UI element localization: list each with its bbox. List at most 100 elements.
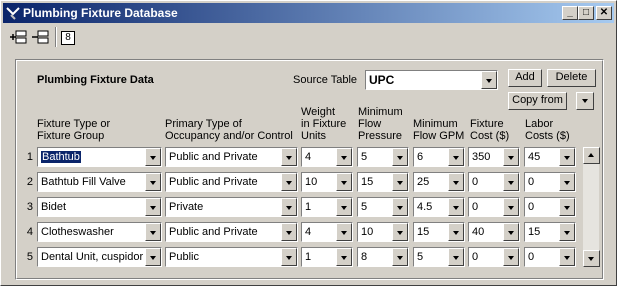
scroll-down-button[interactable] xyxy=(583,250,600,267)
copy-from-dropdown[interactable] xyxy=(576,92,594,110)
chevron-down-icon[interactable] xyxy=(503,173,519,191)
flow-gpm-select[interactable]: 5 xyxy=(413,247,465,267)
maximize-button[interactable]: □ xyxy=(578,6,594,20)
chevron-down-icon[interactable] xyxy=(281,198,297,216)
chevron-down-icon[interactable] xyxy=(503,248,519,266)
add-button[interactable]: Add xyxy=(508,69,542,87)
occupancy-select[interactable]: Public and Private xyxy=(165,172,298,192)
chevron-down-icon[interactable] xyxy=(336,223,352,241)
chevron-down-icon[interactable] xyxy=(392,148,408,166)
fixture-type-select[interactable]: Bathtub Fill Valve xyxy=(37,172,162,192)
source-table-label: Source Table xyxy=(293,74,358,86)
add-record-icon[interactable] xyxy=(9,27,29,47)
chevron-down-icon[interactable] xyxy=(559,198,575,216)
chevron-down-icon[interactable] xyxy=(559,248,575,266)
app-icon xyxy=(6,7,20,20)
labor-cost-select[interactable]: 15 xyxy=(524,222,576,242)
chevron-down-icon[interactable] xyxy=(281,173,297,191)
fixture-type-select[interactable]: Dental Unit, cuspidor xyxy=(37,247,162,267)
chevron-down-icon[interactable] xyxy=(145,198,161,216)
chevron-down-icon[interactable] xyxy=(503,198,519,216)
cell-value: 4 xyxy=(305,151,334,163)
chevron-down-icon[interactable] xyxy=(145,248,161,266)
chevron-down-icon[interactable] xyxy=(281,248,297,266)
chevron-down-icon[interactable] xyxy=(392,173,408,191)
pressure-select[interactable]: 5 xyxy=(357,147,409,167)
chevron-down-icon[interactable] xyxy=(448,148,464,166)
cell-value: 1 xyxy=(305,201,334,213)
cell-text: 45 xyxy=(528,151,541,163)
occupancy-select[interactable]: Public and Private xyxy=(165,222,298,242)
source-table-value: UPC xyxy=(369,73,395,87)
chevron-down-icon[interactable] xyxy=(448,173,464,191)
chevron-down-icon[interactable] xyxy=(145,223,161,241)
copy-from-button[interactable]: Copy from xyxy=(508,92,567,110)
flow-gpm-select[interactable]: 15 xyxy=(413,222,465,242)
title-bar[interactable]: Plumbing Fixture Database _ □ ✕ xyxy=(3,3,614,23)
fixture-cost-select[interactable]: 0 xyxy=(468,172,520,192)
panel-heading: Plumbing Fixture Data xyxy=(37,74,154,86)
weight-select[interactable]: 10 xyxy=(301,172,353,192)
chevron-down-icon[interactable] xyxy=(448,223,464,241)
vertical-scrollbar[interactable] xyxy=(582,147,600,267)
chevron-down-icon[interactable] xyxy=(559,173,575,191)
occupancy-select[interactable]: Private xyxy=(165,197,298,217)
cell-text: 15 xyxy=(528,226,541,238)
cell-text: 0 xyxy=(472,251,479,263)
chevron-down-icon[interactable] xyxy=(559,223,575,241)
weight-select[interactable]: 4 xyxy=(301,222,353,242)
cell-text: 5 xyxy=(361,151,368,163)
chevron-down-icon[interactable] xyxy=(559,148,575,166)
labor-cost-select[interactable]: 45 xyxy=(524,147,576,167)
chevron-down-icon[interactable] xyxy=(503,223,519,241)
pressure-select[interactable]: 15 xyxy=(357,172,409,192)
fixture-cost-select[interactable]: 0 xyxy=(468,197,520,217)
chevron-down-icon[interactable] xyxy=(145,148,161,166)
cell-value: Public and Private xyxy=(169,176,279,188)
delete-record-icon[interactable] xyxy=(31,27,51,47)
labor-cost-select[interactable]: 0 xyxy=(524,197,576,217)
scroll-up-button[interactable] xyxy=(583,147,600,164)
flow-gpm-select[interactable]: 25 xyxy=(413,172,465,192)
weight-select[interactable]: 1 xyxy=(301,247,353,267)
labor-cost-select[interactable]: 0 xyxy=(524,172,576,192)
chevron-down-icon[interactable] xyxy=(336,248,352,266)
chevron-down-icon[interactable] xyxy=(448,198,464,216)
chevron-down-icon[interactable] xyxy=(281,148,297,166)
flow-gpm-select[interactable]: 4.5 xyxy=(413,197,465,217)
chevron-down-icon[interactable] xyxy=(448,248,464,266)
minimize-button[interactable]: _ xyxy=(562,6,578,20)
cell-value: Bidet xyxy=(41,201,143,213)
chevron-down-icon[interactable] xyxy=(392,248,408,266)
weight-select[interactable]: 1 xyxy=(301,197,353,217)
chevron-down-icon[interactable] xyxy=(392,223,408,241)
chevron-down-icon[interactable] xyxy=(145,173,161,191)
delete-button[interactable]: Delete xyxy=(547,69,596,87)
chevron-down-icon[interactable] xyxy=(336,148,352,166)
fixture-type-select[interactable]: Bathtub xyxy=(37,147,162,167)
fixture-type-select[interactable]: Clotheswasher xyxy=(37,222,162,242)
pressure-select[interactable]: 10 xyxy=(357,222,409,242)
fixture-type-select[interactable]: Bidet xyxy=(37,197,162,217)
chevron-down-icon[interactable] xyxy=(336,198,352,216)
pressure-select[interactable]: 5 xyxy=(357,197,409,217)
fixture-cost-select[interactable]: 350 xyxy=(468,147,520,167)
weight-select[interactable]: 4 xyxy=(301,147,353,167)
chevron-down-icon[interactable] xyxy=(503,148,519,166)
flow-gpm-select[interactable]: 6 xyxy=(413,147,465,167)
source-table-select[interactable]: UPC xyxy=(365,70,498,90)
occupancy-select[interactable]: Public and Private xyxy=(165,147,298,167)
labor-cost-select[interactable]: 0 xyxy=(524,247,576,267)
chevron-down-icon[interactable] xyxy=(392,198,408,216)
fixture-cost-select[interactable]: 0 xyxy=(468,247,520,267)
chevron-down-icon[interactable] xyxy=(336,173,352,191)
cell-value: 0 xyxy=(528,176,557,188)
chevron-down-icon[interactable] xyxy=(481,71,497,89)
cell-text: 4.5 xyxy=(417,201,433,213)
pressure-select[interactable]: 8 xyxy=(357,247,409,267)
fixture-cost-select[interactable]: 40 xyxy=(468,222,520,242)
cell-value: 350 xyxy=(472,151,501,163)
occupancy-select[interactable]: Public xyxy=(165,247,298,267)
close-button[interactable]: ✕ xyxy=(596,6,612,20)
chevron-down-icon[interactable] xyxy=(281,223,297,241)
